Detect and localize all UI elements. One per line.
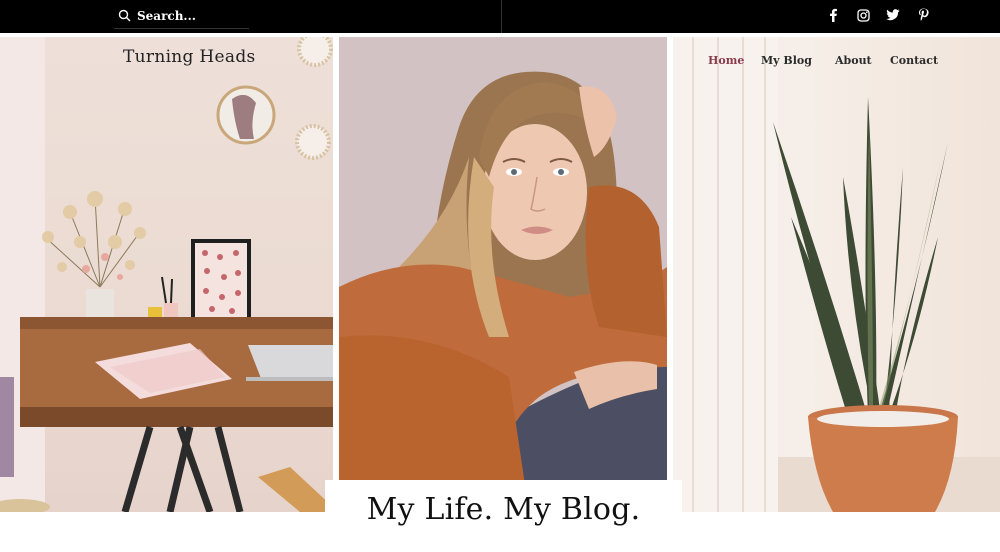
search-input[interactable] [137, 8, 247, 23]
plant-illustration [673, 37, 1000, 512]
plant-photo [673, 37, 1000, 512]
workspace-photo: Turning Heads [0, 37, 333, 512]
portrait-photo [339, 37, 667, 512]
search-box[interactable] [114, 3, 249, 29]
nav-home[interactable]: Home [708, 54, 744, 67]
pinterest-icon[interactable] [916, 8, 930, 22]
topbar-divider [501, 0, 502, 33]
hero-title-box: My Life. My Blog. [325, 480, 682, 552]
twitter-icon[interactable] [886, 8, 900, 22]
nav-my-blog[interactable]: My Blog [761, 54, 812, 67]
instagram-icon[interactable] [856, 8, 870, 22]
nav-contact[interactable]: Contact [890, 54, 938, 67]
social-bar [826, 8, 930, 22]
hero-title: My Life. My Blog. [366, 492, 641, 527]
site-brand[interactable]: Turning Heads [123, 47, 256, 67]
workspace-illustration [0, 37, 333, 512]
top-bar [0, 0, 1000, 33]
facebook-icon[interactable] [826, 8, 840, 22]
nav-about[interactable]: About [835, 54, 872, 67]
portrait-illustration [339, 37, 667, 512]
search-icon [118, 9, 131, 22]
